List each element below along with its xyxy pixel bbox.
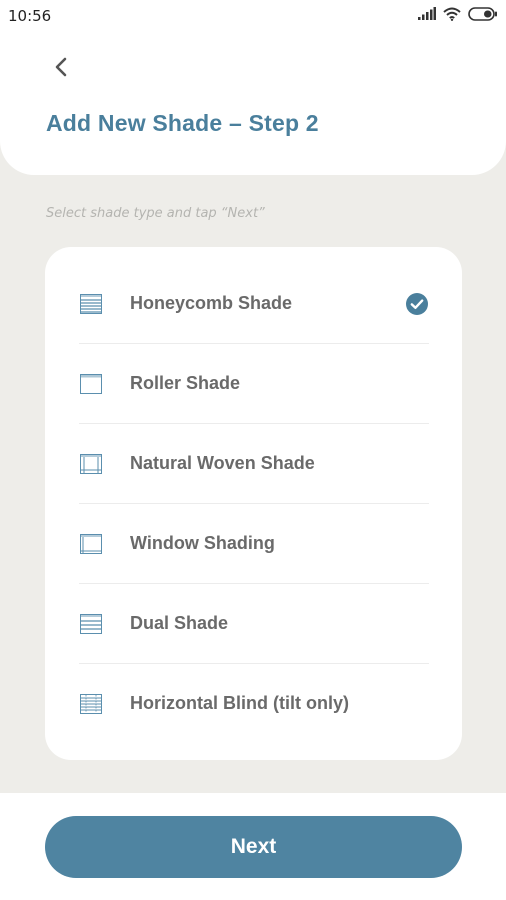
shade-option-window-shading[interactable]: Window Shading bbox=[79, 504, 429, 584]
shade-option-horizontal-blind[interactable]: Horizontal Blind (tilt only) bbox=[79, 664, 429, 744]
shade-option-label: Dual Shade bbox=[130, 613, 229, 633]
shade-option-natural-woven[interactable]: Natural Woven Shade bbox=[79, 424, 429, 504]
signal-icon bbox=[418, 7, 436, 25]
dual-shade-icon bbox=[79, 612, 103, 636]
footer: Next bbox=[0, 793, 506, 900]
chevron-left-icon bbox=[54, 57, 68, 82]
wifi-icon bbox=[443, 7, 461, 26]
shade-option-label: Natural Woven Shade bbox=[130, 453, 315, 473]
horizontal-blind-icon bbox=[79, 692, 103, 716]
window-shading-icon bbox=[79, 532, 103, 556]
natural-woven-shade-icon bbox=[79, 452, 103, 476]
back-button[interactable] bbox=[44, 52, 78, 86]
header: Add New Shade – Step 2 bbox=[0, 32, 506, 175]
instruction-text: Select shade type and tap “Next” bbox=[46, 206, 265, 221]
status-bar: 10:56 bbox=[0, 0, 506, 32]
check-circle-icon bbox=[405, 292, 429, 316]
roller-shade-icon bbox=[79, 372, 103, 396]
shade-option-roller[interactable]: Roller Shade bbox=[79, 344, 429, 424]
shade-option-label: Roller Shade bbox=[130, 373, 241, 393]
status-icons bbox=[418, 6, 498, 26]
shade-type-card: Honeycomb Shade Roller Shade Natural Wov… bbox=[45, 247, 462, 760]
battery-icon bbox=[468, 6, 498, 26]
status-time: 10:56 bbox=[8, 7, 52, 25]
page-title: Add New Shade – Step 2 bbox=[46, 110, 319, 136]
shade-option-dual[interactable]: Dual Shade bbox=[79, 584, 429, 664]
shade-option-honeycomb[interactable]: Honeycomb Shade bbox=[79, 264, 429, 344]
shade-option-label: Honeycomb Shade bbox=[130, 293, 293, 313]
shade-option-label: Horizontal Blind (tilt only) bbox=[130, 693, 349, 713]
honeycomb-shade-icon bbox=[79, 292, 103, 316]
shade-type-list: Honeycomb Shade Roller Shade Natural Wov… bbox=[79, 264, 429, 744]
shade-option-label: Window Shading bbox=[130, 533, 275, 553]
next-button[interactable]: Next bbox=[45, 816, 462, 878]
